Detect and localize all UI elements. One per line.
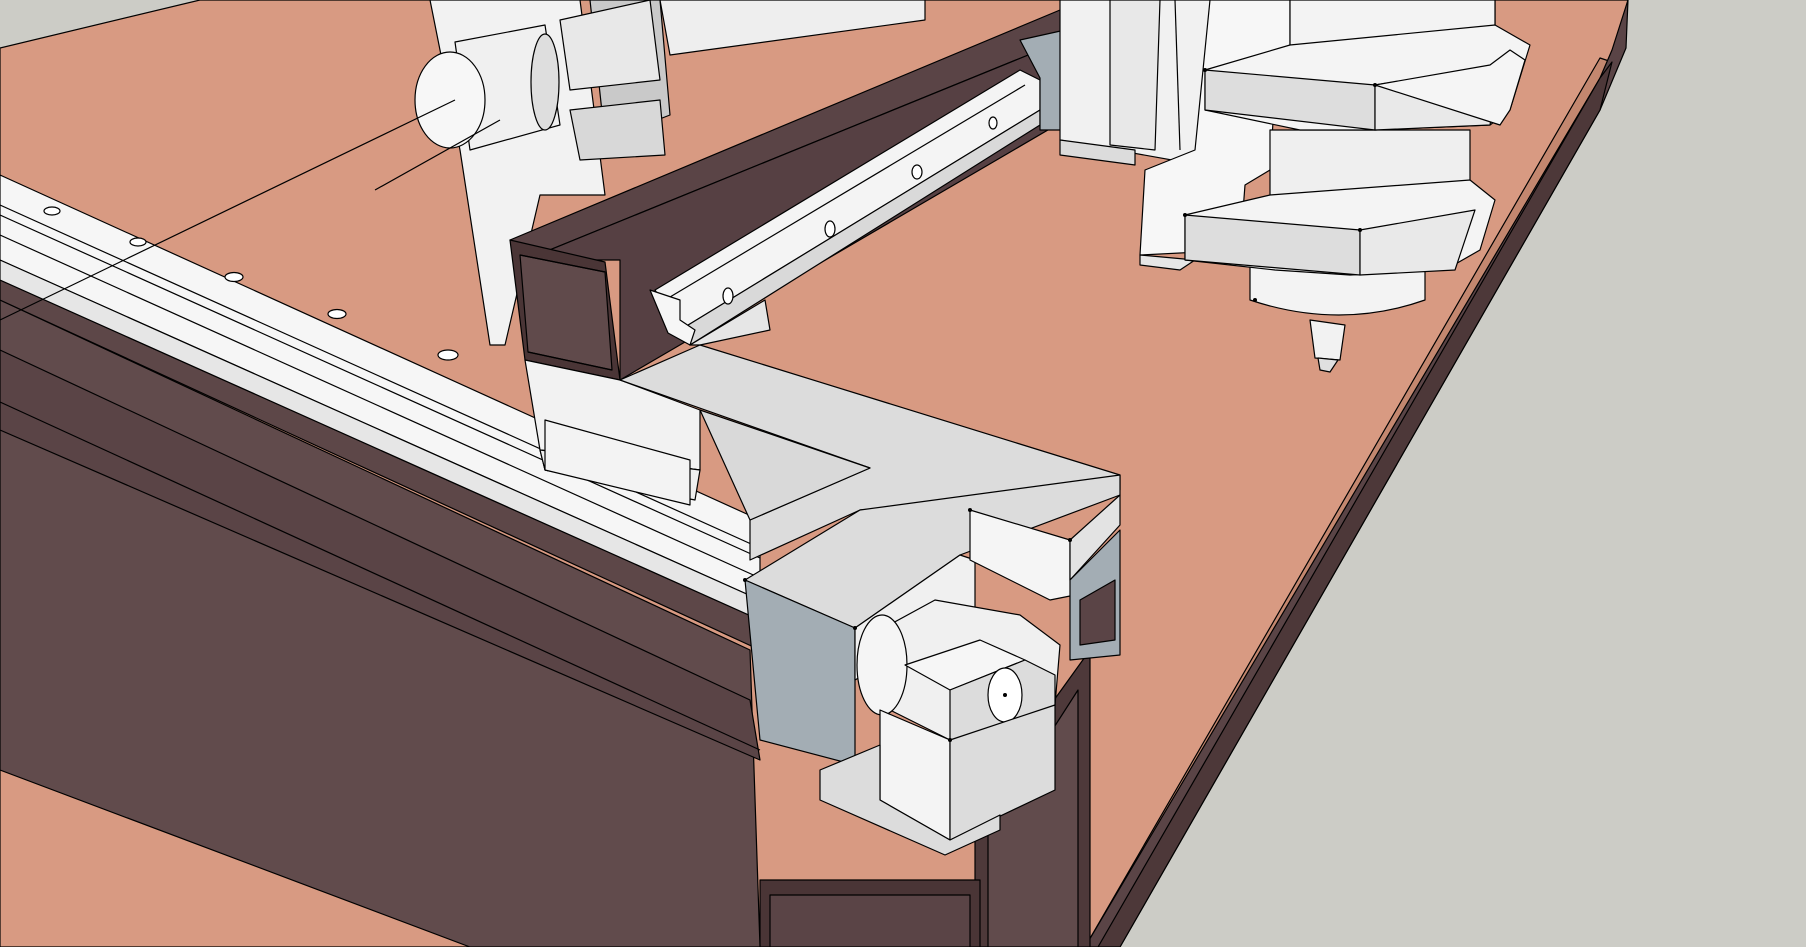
cad-viewport[interactable] [0, 0, 1806, 947]
spindle-nose [1309, 319, 1346, 361]
bottom-cross-inner [769, 894, 971, 947]
cnc-router-3d-model [0, 0, 1806, 947]
